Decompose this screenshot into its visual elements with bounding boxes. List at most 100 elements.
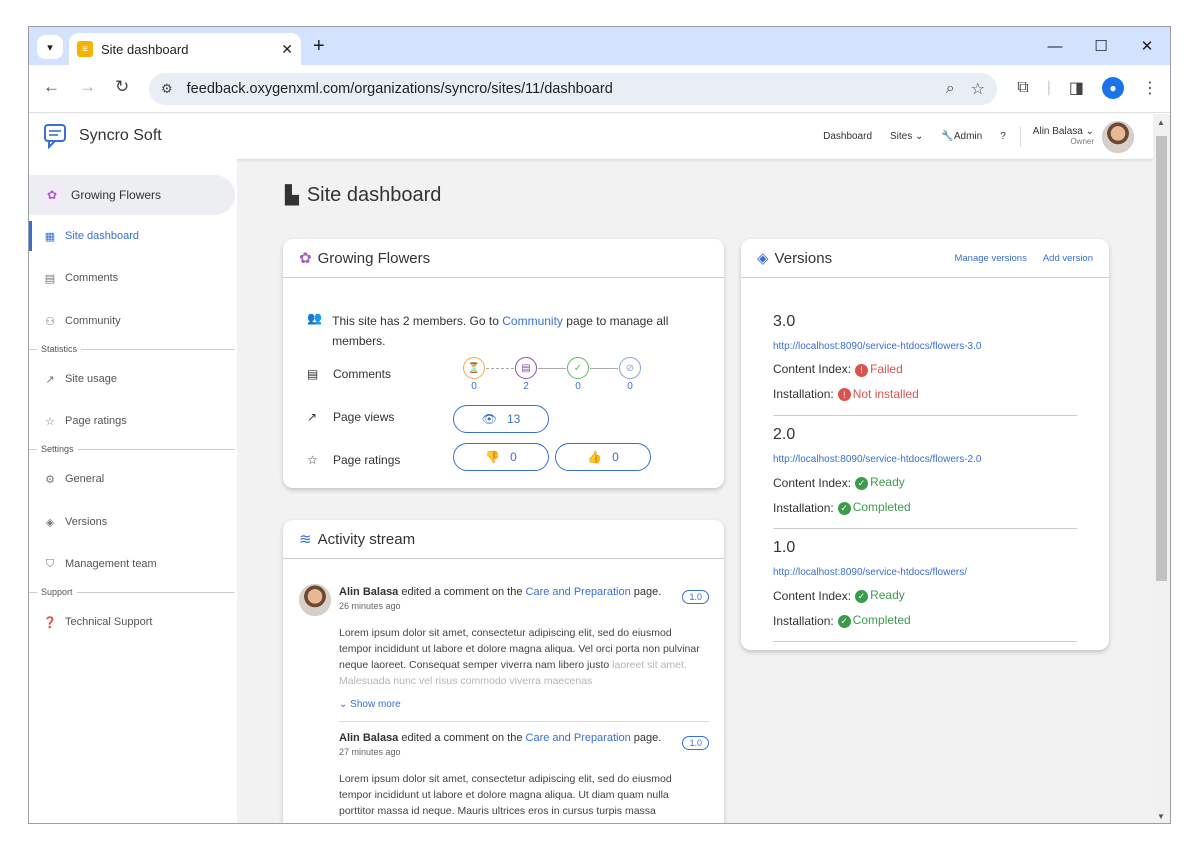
version-url[interactable]: http://localhost:8090/service-htdocs/flo…: [773, 567, 1077, 578]
version-number: 3.0: [773, 313, 796, 330]
page-ratings-label: Page ratings: [333, 453, 401, 467]
thumbs-up-button[interactable]: 👍 0: [555, 443, 651, 471]
user-menu[interactable]: Alin Balasa ⌄ Owner: [1033, 126, 1094, 147]
zoom-icon[interactable]: ⌕: [946, 80, 955, 98]
content-index-label: Content Index:: [773, 475, 852, 490]
installation-label: Installation:: [773, 386, 834, 401]
scroll-up-icon[interactable]: ▲: [1157, 118, 1165, 127]
stage-connector: [590, 368, 618, 369]
status-badge: ✓ Completed: [837, 613, 911, 628]
sidebar-item-comments[interactable]: ▤ Comments: [29, 263, 237, 293]
activity-page-link[interactable]: Care and Preparation: [526, 732, 631, 744]
sidebar-site-selector[interactable]: ✿ Growing Flowers: [29, 175, 235, 215]
stage-approved[interactable]: ✓ 0: [566, 357, 590, 392]
show-more-button[interactable]: ⌄ Show more: [339, 699, 709, 710]
sidebar-item-versions[interactable]: ◈ Versions: [29, 507, 237, 537]
divider: [773, 415, 1077, 416]
sidebar-item-community[interactable]: ⚇ Community: [29, 306, 237, 336]
stage-connector: [486, 368, 514, 369]
sidebar-item-general[interactable]: ⚙ General: [29, 464, 237, 494]
browser-tab[interactable]: ≡ Site dashboard ✕: [69, 33, 301, 65]
installation-label: Installation:: [773, 613, 834, 628]
page-title: ▙ Site dashboard: [285, 184, 441, 207]
page-ratings-row: ☆ Page ratings: [307, 453, 400, 467]
site-summary-card: ✿ Growing Flowers 👥 This site has 2 memb…: [283, 239, 724, 488]
installation-row: Installation: ✓ Completed: [773, 613, 1077, 628]
page-views-count: 13: [506, 412, 521, 426]
back-icon[interactable]: ←: [43, 77, 60, 97]
scroll-down-icon[interactable]: ▼: [1157, 812, 1165, 821]
header-divider: [1019, 126, 1021, 147]
profile-icon[interactable]: ●: [1102, 77, 1124, 99]
reload-icon[interactable]: ↻: [115, 77, 129, 97]
help-icon[interactable]: ?: [1000, 131, 1006, 142]
version-url[interactable]: http://localhost:8090/service-htdocs/flo…: [773, 341, 1077, 352]
flower-icon: ✿: [299, 250, 312, 267]
star-icon: ☆: [307, 453, 318, 467]
section-label: Support: [41, 587, 73, 597]
status-badge: ✓ Ready: [855, 588, 905, 603]
minimize-icon[interactable]: —: [1032, 27, 1078, 65]
activity-suffix: page.: [633, 586, 662, 598]
nav-sites[interactable]: Sites ⌄: [890, 131, 923, 142]
extensions-icon[interactable]: ⧉: [1017, 79, 1028, 97]
side-panel-icon[interactable]: ◨: [1069, 78, 1084, 98]
sidebar-item-label: Community: [65, 315, 121, 327]
menu-icon[interactable]: ⋮: [1142, 78, 1158, 98]
sidebar-item-site-usage[interactable]: ↗ Site usage: [29, 364, 237, 394]
site-settings-icon[interactable]: ⚙: [161, 81, 173, 97]
stage-pending[interactable]: ⏳ 0: [462, 357, 486, 392]
sidebar-item-technical-support[interactable]: ❓ Technical Support: [29, 607, 237, 637]
activity-user[interactable]: Alin Balasa: [339, 586, 398, 598]
manage-versions-link[interactable]: Manage versions: [954, 253, 1026, 264]
forward-icon[interactable]: →: [79, 77, 96, 97]
hourglass-icon: ⏳: [463, 357, 485, 379]
thumbs-down-button[interactable]: 👎 0: [453, 443, 549, 471]
status-text: Completed: [852, 500, 911, 514]
browser-toolbar: ← → ↻ ⚙ feedback.oxygenxml.com/organizat…: [29, 65, 1170, 113]
activity-page-link[interactable]: Care and Preparation: [526, 586, 631, 598]
content-index-label: Content Index:: [773, 588, 852, 603]
page-views-button[interactable]: 👁 13: [453, 405, 549, 433]
flower-icon: ✿: [41, 184, 63, 206]
community-link[interactable]: Community: [502, 314, 563, 328]
sidebar-item-page-ratings[interactable]: ☆ Page ratings: [29, 406, 237, 436]
bookmark-star-icon[interactable]: ☆: [971, 79, 985, 99]
installation-label: Installation:: [773, 500, 834, 515]
members-text-pre: This site has 2 members. Go to: [332, 314, 499, 328]
add-version-link[interactable]: Add version: [1043, 253, 1093, 264]
status-badge: ! Not installed: [837, 387, 919, 401]
sidebar-site-name: Growing Flowers: [71, 188, 162, 202]
content-index-row: Content Index: ✓ Ready: [773, 475, 1077, 490]
close-window-icon[interactable]: ✕: [1124, 27, 1170, 65]
sidebar-item-label: Site usage: [65, 373, 117, 385]
brand-name[interactable]: Syncro Soft: [79, 127, 162, 145]
installation-row: Installation:! Not installed: [773, 386, 1077, 401]
check-icon: ✓: [837, 615, 851, 628]
activity-user[interactable]: Alin Balasa: [339, 732, 398, 744]
comment-icon: ▤: [515, 357, 537, 379]
sidebar-item-label: Technical Support: [65, 616, 153, 628]
maximize-icon[interactable]: ☐: [1078, 27, 1124, 65]
divider: [773, 528, 1077, 529]
address-bar[interactable]: ⚙ feedback.oxygenxml.com/organizations/s…: [149, 73, 997, 105]
sidebar-item-management-team[interactable]: ⛉ Management team: [29, 549, 237, 579]
tab-search-icon[interactable]: ▾: [37, 35, 63, 59]
status-text: Completed: [852, 613, 911, 627]
status-badge: ✓ Completed: [837, 500, 911, 515]
page-scrollbar[interactable]: ▲ ▼: [1153, 114, 1170, 823]
sidebar-item-site-dashboard[interactable]: ▦ Site dashboard: [29, 221, 237, 251]
avatar[interactable]: [299, 584, 331, 616]
stage-resolved[interactable]: ⊘ 0: [618, 357, 642, 392]
close-tab-icon[interactable]: ✕: [281, 41, 293, 58]
eye-icon: 👁: [481, 412, 497, 426]
version-url[interactable]: http://localhost:8090/service-htdocs/flo…: [773, 454, 1077, 465]
scroll-thumb[interactable]: [1156, 136, 1167, 581]
nav-dashboard[interactable]: Dashboard: [823, 131, 872, 142]
status-badge: ! Failed: [855, 362, 903, 377]
page-views-label: Page views: [333, 410, 395, 424]
new-tab-icon[interactable]: +: [313, 35, 325, 58]
avatar[interactable]: [1102, 120, 1134, 153]
nav-admin[interactable]: 🔧Admin: [941, 131, 982, 142]
stage-in-review[interactable]: ▤ 2: [514, 357, 538, 392]
